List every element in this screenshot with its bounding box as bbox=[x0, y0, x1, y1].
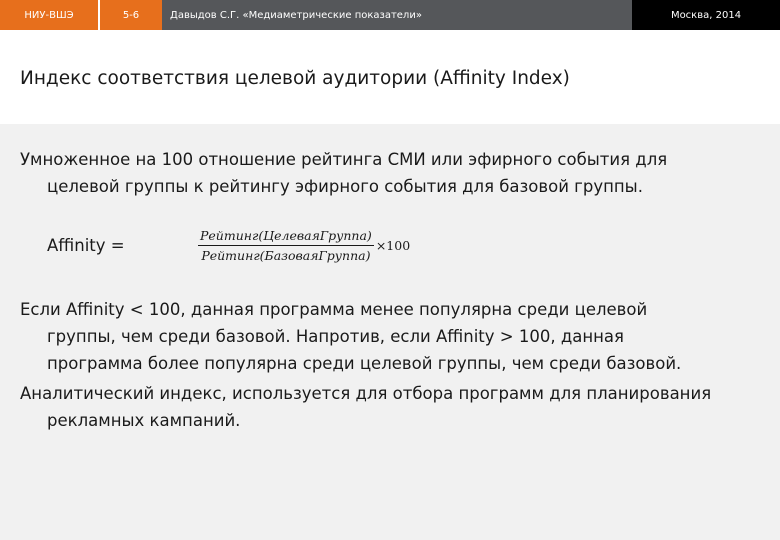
header-org: НИУ-ВШЭ bbox=[0, 0, 98, 30]
comparison-line-1: Если Affinity < 100, данная программа ме… bbox=[20, 300, 648, 319]
header-author: Давыдов С.Г. «Медиаметрические показател… bbox=[170, 9, 422, 21]
header-bar: НИУ-ВШЭ 5-6 Давыдов С.Г. «Медиаметрическ… bbox=[0, 0, 780, 30]
title-area: Индекс соответствия целевой аудитории (A… bbox=[0, 30, 780, 124]
comparison-paragraph: Если Affinity < 100, данная программа ме… bbox=[20, 296, 681, 377]
formula-fraction: Рейтинг(ЦелеваяГруппа) Рейтинг(БазоваяГр… bbox=[198, 228, 374, 263]
comparison-line-2: группы, чем среди базовой. Напротив, есл… bbox=[47, 327, 624, 346]
slide-content: Умноженное на 100 отношение рейтинга СМИ… bbox=[0, 124, 780, 540]
formula-multiplier: ×100 bbox=[375, 238, 411, 253]
analytic-line-2: рекламных кампаний. bbox=[47, 411, 241, 430]
formula-numerator: Рейтинг(ЦелеваяГруппа) bbox=[198, 228, 374, 246]
comparison-line-3: программа более популярна среди целевой … bbox=[47, 354, 682, 373]
header-city-year: Москва, 2014 bbox=[632, 0, 780, 30]
definition-paragraph: Умноженное на 100 отношение рейтинга СМИ… bbox=[20, 146, 667, 200]
definition-line-1: Умноженное на 100 отношение рейтинга СМИ… bbox=[20, 150, 668, 169]
formula-label: Affinity = bbox=[47, 236, 125, 255]
header-pages: 5-6 bbox=[98, 0, 162, 30]
slide-title: Индекс соответствия целевой аудитории (A… bbox=[20, 68, 570, 89]
affinity-formula: Рейтинг(ЦелеваяГруппа) Рейтинг(БазоваяГр… bbox=[198, 228, 410, 263]
formula-denominator: Рейтинг(БазоваяГруппа) bbox=[201, 248, 371, 263]
analytic-line-1: Аналитический индекс, используется для о… bbox=[20, 384, 712, 403]
definition-line-2: целевой группы к рейтингу эфирного событ… bbox=[47, 177, 643, 196]
analytic-paragraph: Аналитический индекс, используется для о… bbox=[20, 380, 711, 434]
